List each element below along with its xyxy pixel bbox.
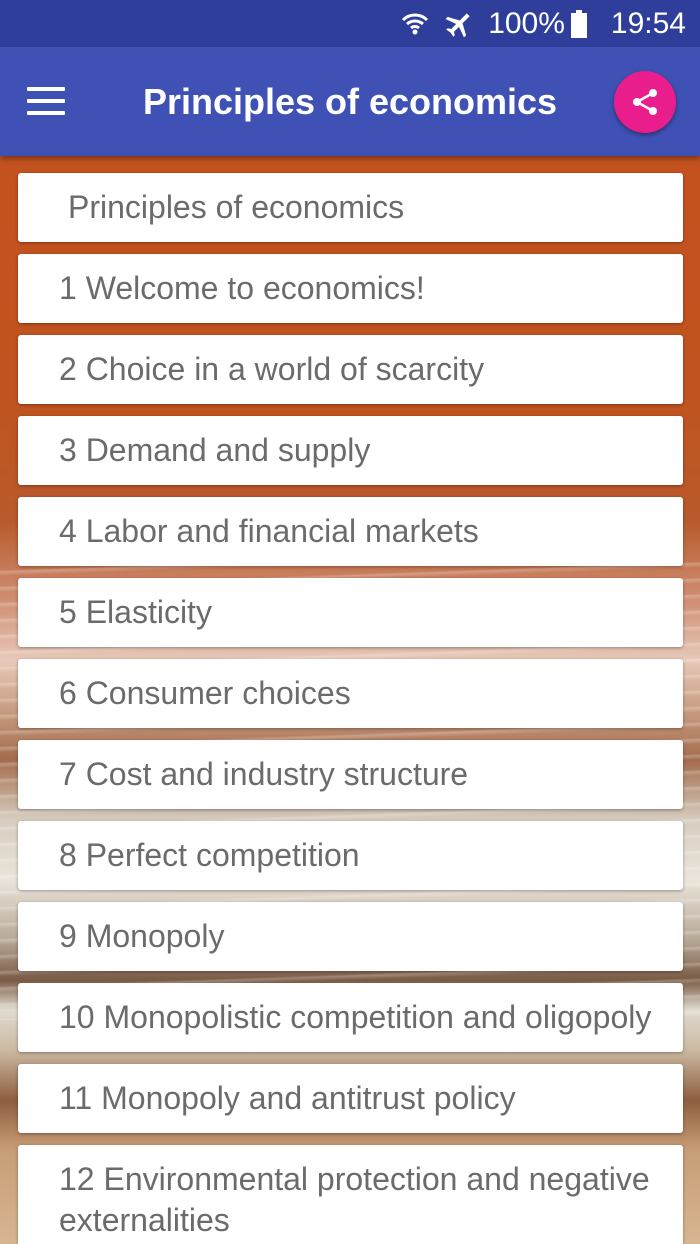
- app-screen: 100% 19:54 Principles of economics Princ…: [0, 0, 700, 1244]
- list-item-chapter-6[interactable]: 6 Consumer choices: [18, 659, 683, 728]
- list-item-chapter-3[interactable]: 3 Demand and supply: [18, 416, 683, 485]
- clock: 19:54: [610, 6, 686, 40]
- chapter-list: Principles of economics 1 Welcome to eco…: [18, 173, 683, 1244]
- battery-icon: [570, 9, 587, 38]
- list-item-chapter-8[interactable]: 8 Perfect competition: [18, 821, 683, 890]
- airplane-mode-icon: [444, 9, 474, 39]
- share-icon: [633, 89, 657, 115]
- share-button[interactable]: [614, 71, 676, 133]
- list-item-chapter-1[interactable]: 1 Welcome to economics!: [18, 254, 683, 323]
- list-item-chapter-12[interactable]: 12 Environmental protection and negative…: [18, 1145, 683, 1244]
- app-bar: Principles of economics: [0, 47, 700, 156]
- battery-percentage: 100%: [488, 6, 565, 40]
- list-item-chapter-5[interactable]: 5 Elasticity: [18, 578, 683, 647]
- list-item-chapter-11[interactable]: 11 Monopoly and antitrust policy: [18, 1064, 683, 1133]
- list-item-chapter-10[interactable]: 10 Monopolistic competition and oligopol…: [18, 983, 683, 1052]
- list-item-chapter-4[interactable]: 4 Labor and financial markets: [18, 497, 683, 566]
- wifi-icon: [400, 9, 430, 39]
- list-item-chapter-9[interactable]: 9 Monopoly: [18, 902, 683, 971]
- list-item-chapter-2[interactable]: 2 Choice in a world of scarcity: [18, 335, 683, 404]
- hamburger-menu-icon[interactable]: [18, 75, 74, 127]
- list-header[interactable]: Principles of economics: [18, 173, 683, 242]
- list-item-chapter-7[interactable]: 7 Cost and industry structure: [18, 740, 683, 809]
- status-bar: 100% 19:54: [0, 0, 700, 47]
- app-title: Principles of economics: [142, 81, 558, 122]
